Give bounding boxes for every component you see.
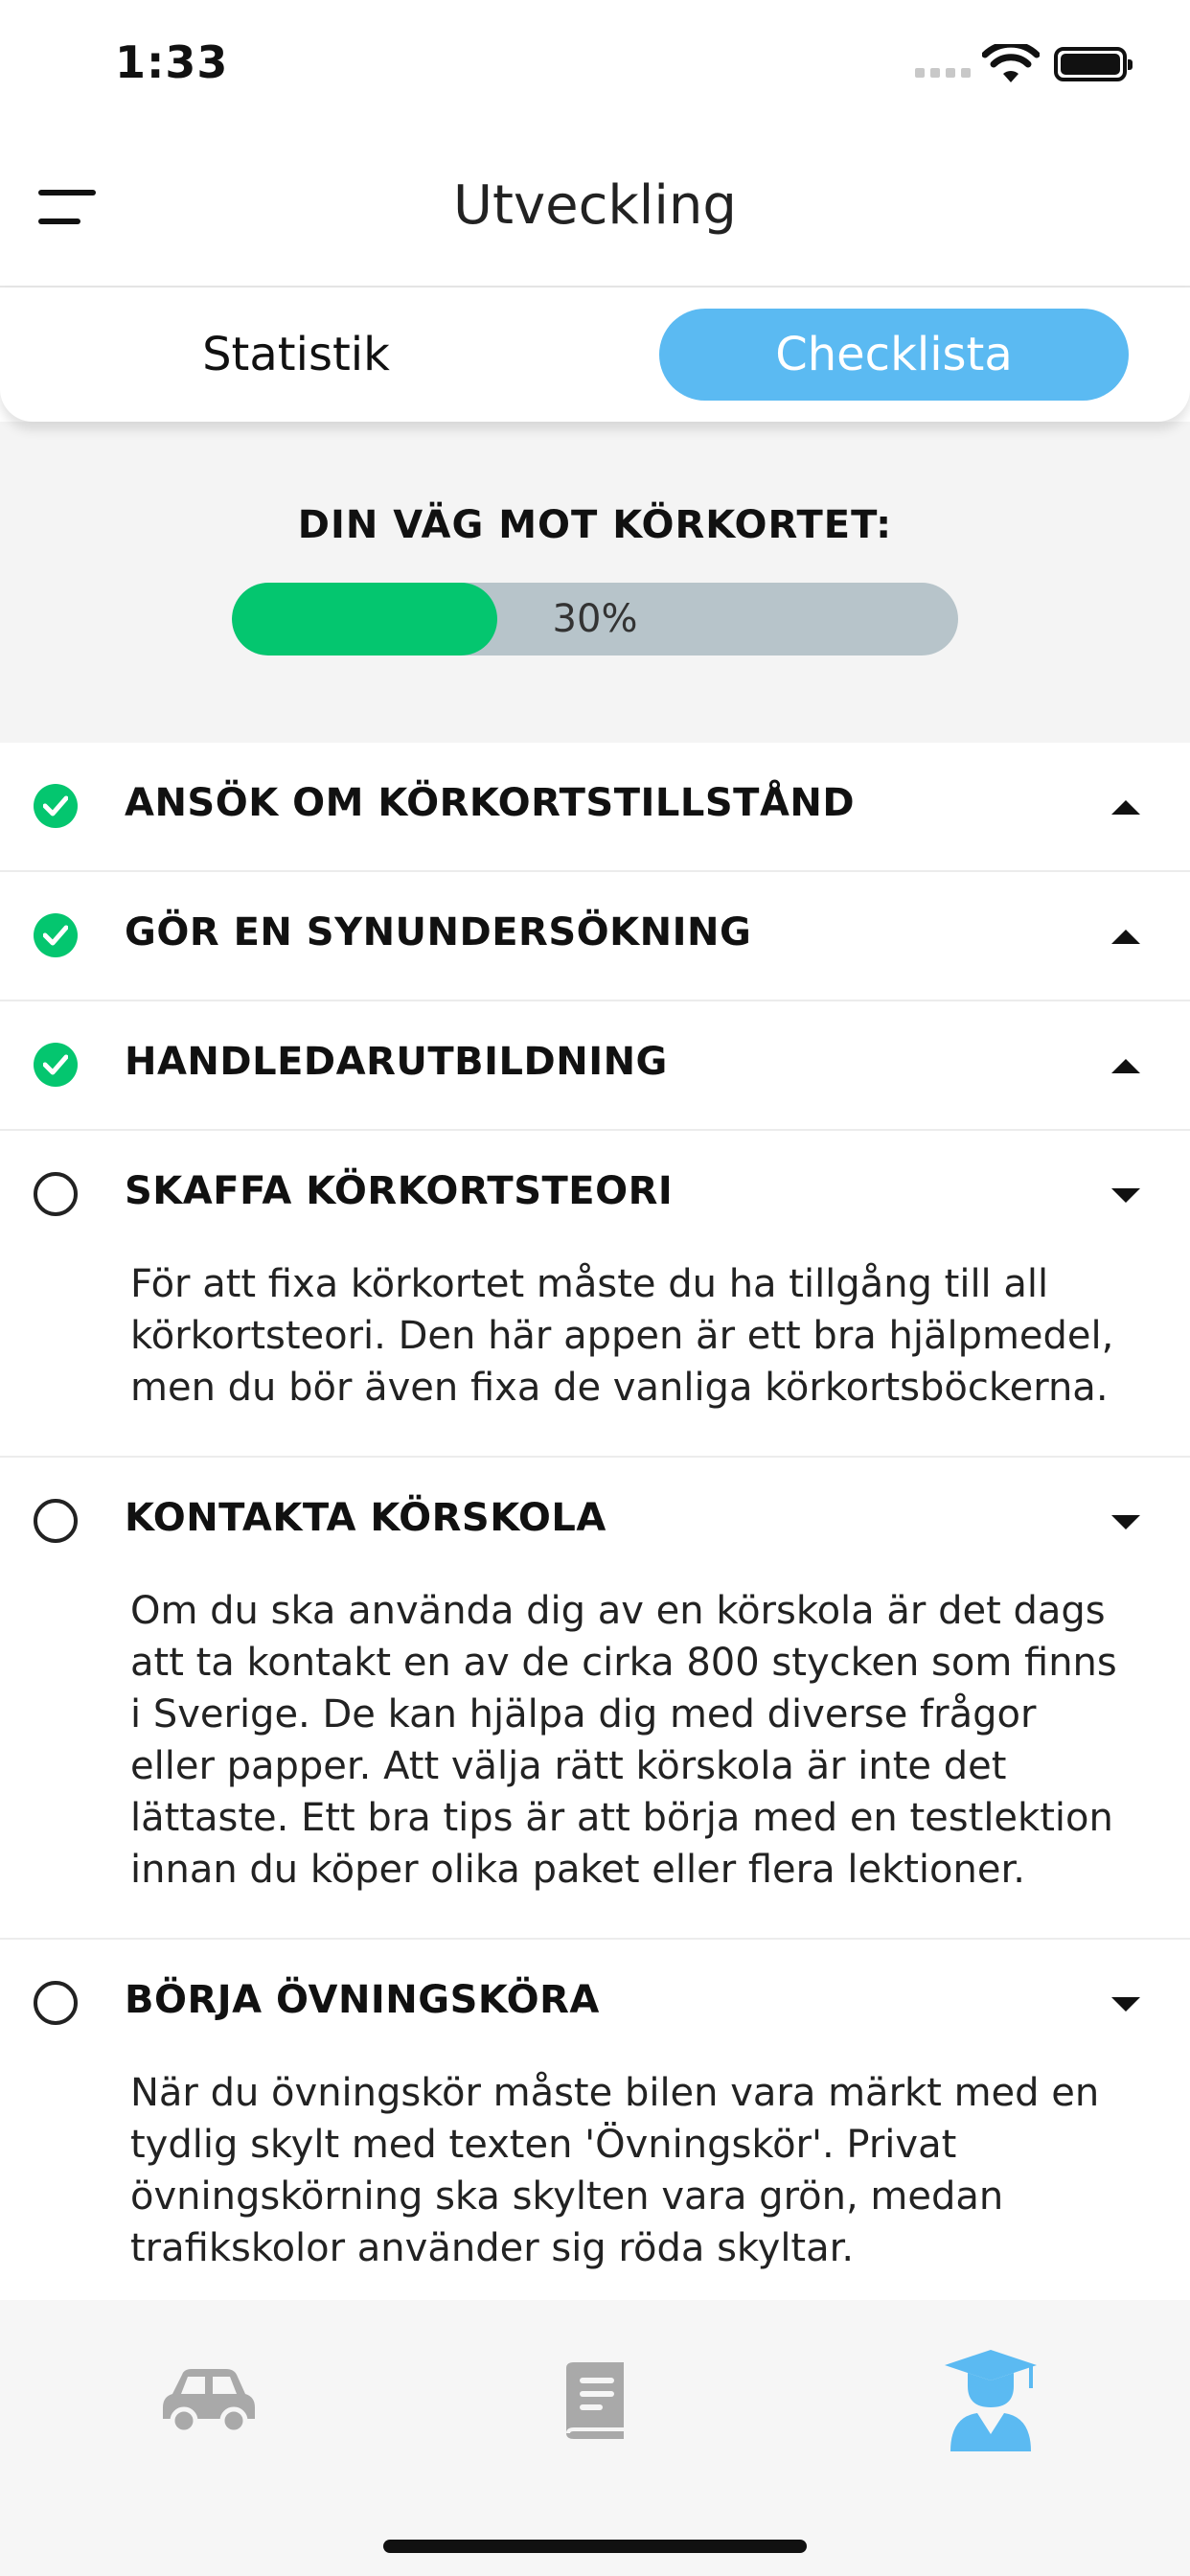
- checklist-item-header[interactable]: HANDLEDARUTBILDNING: [0, 1001, 1190, 1129]
- checklist-item-handledarutbildning[interactable]: HANDLEDARUTBILDNING: [0, 1001, 1190, 1131]
- checklist-item-title: GÖR EN SYNUNDERSÖKNING: [125, 910, 752, 954]
- chevron-down-icon[interactable]: [1111, 1997, 1140, 2012]
- tab-statistik[interactable]: Statistik: [61, 309, 531, 401]
- chevron-up-icon[interactable]: [1111, 800, 1140, 815]
- checklist: ANSÖK OM KÖRKORTSTILLSTÅND GÖR EN SYNUND…: [0, 743, 1190, 2318]
- nav-progress-tab[interactable]: [924, 2343, 1058, 2458]
- checklist-item-description: När du övningskör måste bilen vara märkt…: [130, 2071, 1100, 2270]
- progress-bar: 30%: [232, 583, 958, 656]
- checklist-item-korskola[interactable]: KONTAKTA KÖRSKOLA Om du ska använda dig …: [0, 1458, 1190, 1940]
- cellular-signal-icon: [915, 68, 971, 78]
- checklist-item-description: För att fixa körkortet måste du ha tillg…: [130, 1262, 1114, 1410]
- checked-circle-icon[interactable]: [34, 784, 78, 828]
- checklist-item-header[interactable]: BÖRJA ÖVNINGSKÖRA: [0, 1940, 1190, 2067]
- checklist-item-title: ANSÖK OM KÖRKORTSTILLSTÅND: [125, 781, 856, 825]
- chevron-up-icon[interactable]: [1111, 930, 1140, 944]
- nav-practice-tab[interactable]: [142, 2343, 276, 2458]
- nav-theory-tab[interactable]: [527, 2343, 661, 2458]
- segmented-tabs: Statistik Checklista: [0, 288, 1190, 422]
- top-app-bar: Utveckling: [0, 125, 1190, 288]
- page-title: Utveckling: [453, 174, 737, 237]
- unchecked-circle-icon[interactable]: [34, 1172, 78, 1216]
- battery-icon: [1054, 47, 1133, 81]
- checklist-item-header[interactable]: GÖR EN SYNUNDERSÖKNING: [0, 872, 1190, 1000]
- checklist-item-header[interactable]: SKAFFA KÖRKORTSTEORI: [0, 1131, 1190, 1258]
- checklist-item-synundersokning[interactable]: GÖR EN SYNUNDERSÖKNING: [0, 872, 1190, 1001]
- bottom-tab-bar: [0, 2300, 1190, 2576]
- wifi-icon: [982, 44, 1040, 82]
- book-icon: [566, 2362, 624, 2439]
- progress-percent-label: 30%: [552, 597, 638, 641]
- checklist-item-header[interactable]: ANSÖK OM KÖRKORTSTILLSTÅND: [0, 743, 1190, 870]
- unchecked-circle-icon[interactable]: [34, 1499, 78, 1543]
- checklist-item-ovningskora[interactable]: BÖRJA ÖVNINGSKÖRA När du övningskör måst…: [0, 1940, 1190, 2318]
- chevron-down-icon[interactable]: [1111, 1188, 1140, 1203]
- checked-circle-icon[interactable]: [34, 1043, 78, 1087]
- progress-section: DIN VÄG MOT KÖRKORTET: 30%: [0, 422, 1190, 743]
- chevron-up-icon[interactable]: [1111, 1059, 1140, 1073]
- status-time: 1:33: [115, 36, 229, 88]
- checklist-item-title: BÖRJA ÖVNINGSKÖRA: [125, 1978, 600, 2022]
- progress-title: DIN VÄG MOT KÖRKORTET:: [297, 503, 893, 547]
- checklist-item-korkortstillstand[interactable]: ANSÖK OM KÖRKORTSTILLSTÅND: [0, 743, 1190, 872]
- checklist-item-header[interactable]: KONTAKTA KÖRSKOLA: [0, 1458, 1190, 1585]
- tab-checklista[interactable]: Checklista: [659, 309, 1129, 401]
- home-indicator: [383, 2540, 807, 2553]
- chevron-down-icon[interactable]: [1111, 1515, 1140, 1530]
- car-icon: [163, 2369, 255, 2434]
- checklist-item-title: SKAFFA KÖRKORTSTEORI: [125, 1169, 674, 1213]
- student-icon: [945, 2350, 1037, 2451]
- unchecked-circle-icon[interactable]: [34, 1981, 78, 2025]
- checklist-item-description: Om du ska använda dig av en körskola är …: [130, 1589, 1117, 1892]
- status-bar: 1:33: [0, 0, 1190, 125]
- checklist-item-title: HANDLEDARUTBILDNING: [125, 1040, 668, 1084]
- checked-circle-icon[interactable]: [34, 913, 78, 957]
- checklist-item-korkortsteori[interactable]: SKAFFA KÖRKORTSTEORI För att fixa körkor…: [0, 1131, 1190, 1458]
- checklist-item-title: KONTAKTA KÖRSKOLA: [125, 1496, 606, 1540]
